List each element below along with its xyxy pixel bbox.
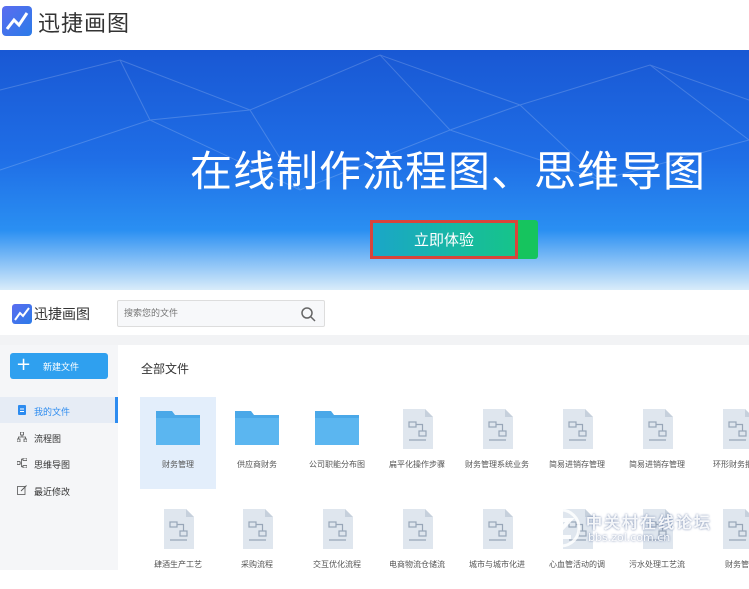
folder-item[interactable]: 公司职能分布图 — [299, 397, 375, 489]
watermark: 中关村在线论坛 bbs.zol.com.cn — [540, 507, 749, 553]
file-name-label: 简易进销存管理 — [629, 460, 685, 469]
search-box[interactable] — [117, 300, 325, 327]
diagram-file-icon — [723, 409, 749, 449]
diagram-file-icon — [483, 509, 513, 549]
file-item[interactable]: 财务管理系统业务 — [459, 397, 535, 489]
top-header: 迅捷画图 — [0, 0, 749, 50]
folder-item[interactable]: 财务管理 — [140, 397, 216, 489]
app-logo-icon[interactable] — [2, 6, 32, 36]
edit-icon — [17, 485, 27, 495]
search-input[interactable] — [124, 305, 294, 323]
folder-item[interactable]: 供应商财务 — [219, 397, 295, 489]
file-name-label: 财务管理系统业务 — [465, 460, 529, 469]
mindmap-icon — [17, 458, 27, 468]
file-item[interactable]: 环形财务报核 — [699, 397, 749, 489]
sidebar-item-recent[interactable]: 最近修改 — [0, 477, 118, 503]
file-name-label: 环形财务报核 — [713, 460, 749, 469]
file-name-label: 扁平化操作步骤 — [389, 460, 445, 469]
file-name-label: 供应商财务 — [237, 460, 277, 469]
file-name-label: 采购流程 — [241, 560, 273, 569]
file-name-label: 公司职能分布图 — [309, 460, 365, 469]
app-brand-name[interactable]: 迅捷画图 — [34, 304, 90, 324]
file-item[interactable]: 交互优化流程 — [299, 497, 375, 589]
try-now-button[interactable]: 立即体验 — [370, 220, 518, 259]
plus-icon: + — [16, 354, 32, 375]
file-name-label: 财务管 — [725, 560, 749, 569]
file-name-label: 财务管理 — [162, 460, 194, 469]
file-item[interactable]: 采购流程 — [219, 497, 295, 589]
folder-icon — [235, 411, 279, 445]
file-name-label: 心血管活动的调 — [549, 560, 605, 569]
file-item[interactable]: 扁平化操作步骤 — [379, 397, 455, 489]
sidebar-item-label: 流程图 — [34, 435, 62, 445]
new-file-label: 新建文件 — [43, 363, 80, 373]
file-item[interactable]: 城市与城市化进 — [459, 497, 535, 589]
file-name-label: 污水处理工艺流 — [629, 560, 685, 569]
app-mini-logo-icon[interactable] — [12, 304, 32, 324]
sidebar-item-mindmap[interactable]: 思维导图 — [0, 450, 118, 476]
folder-icon — [156, 411, 200, 445]
file-name-label: 肆酒生产工艺 — [154, 560, 202, 569]
file-name-label: 交互优化流程 — [313, 560, 361, 569]
flowchart-icon — [17, 432, 27, 442]
file-item[interactable]: 肆酒生产工艺 — [140, 497, 216, 589]
sidebar-item-my-files[interactable]: 我的文件 — [0, 397, 118, 423]
diagram-file-icon — [323, 509, 353, 549]
brand-name[interactable]: 迅捷画图 — [38, 6, 130, 38]
diagram-file-icon — [243, 509, 273, 549]
search-icon[interactable] — [300, 306, 316, 322]
watermark-line-2: bbs.zol.com.cn — [588, 531, 671, 544]
new-file-button[interactable]: + 新建文件 — [10, 353, 108, 379]
file-name-label: 简易进销存管理 — [549, 460, 605, 469]
file-item[interactable]: 简易进销存管理 — [539, 397, 615, 489]
zol-logo-icon — [541, 508, 581, 548]
diagram-file-icon — [403, 409, 433, 449]
sidebar-item-label: 我的文件 — [34, 408, 71, 418]
diagram-file-icon — [403, 509, 433, 549]
file-name-label: 城市与城市化进 — [469, 560, 525, 569]
banner-headline: 在线制作流程图、思维导图 — [190, 147, 707, 196]
sidebar-item-label: 思维导图 — [34, 461, 71, 471]
sidebar: + 新建文件 我的文件 流程图 思维导图 最近修改 — [0, 345, 118, 570]
file-item[interactable]: 电商物流仓储流 — [379, 497, 455, 589]
section-title: 全部文件 — [141, 362, 190, 376]
sidebar-item-flowchart[interactable]: 流程图 — [0, 424, 118, 450]
sidebar-item-label: 最近修改 — [34, 488, 71, 498]
file-name-label: 电商物流仓储流 — [389, 560, 445, 569]
file-item[interactable]: 简易进销存管理 — [619, 397, 695, 489]
diagram-file-icon — [164, 509, 194, 549]
diagram-file-icon — [643, 409, 673, 449]
document-icon — [18, 405, 26, 415]
cta-button-wrap[interactable]: 立即体验 — [370, 220, 538, 259]
watermark-line-1: 中关村在线论坛 — [586, 513, 713, 532]
diagram-file-icon — [483, 409, 513, 449]
app-header: 迅捷画图 — [0, 290, 749, 335]
diagram-file-icon — [563, 409, 593, 449]
folder-icon — [315, 411, 359, 445]
